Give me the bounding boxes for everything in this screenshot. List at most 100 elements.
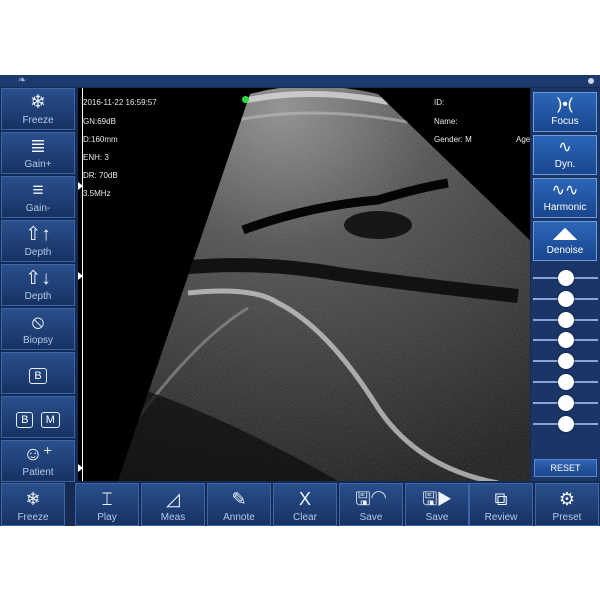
depth-down-icon: ⇧↓ — [25, 268, 51, 289]
title-bar: ❧ — [0, 75, 600, 87]
gain-minus-button[interactable]: ≡ Gain- — [1, 176, 75, 218]
preset-label: Preset — [552, 512, 582, 523]
biopsy-label: Biopsy — [22, 335, 53, 346]
patient-label: Patient — [22, 467, 54, 478]
play-label: Play — [97, 512, 117, 523]
ultrasound-image-area[interactable]: 2016-11-22 16:59:57 GN:69dB D:160mm ENH:… — [78, 88, 530, 481]
preset-button[interactable]: ⚙ Preset — [535, 483, 599, 526]
harmonic-label: Harmonic — [543, 202, 587, 213]
depth-down-button[interactable]: ⇧↓ Depth — [1, 264, 75, 306]
gain-plus-icon: ≣ — [30, 136, 46, 157]
freeze-bottom-label: Freeze — [17, 512, 49, 523]
annote-label: Annote — [223, 512, 255, 523]
save-image-label: Save — [359, 512, 383, 523]
dynamic-range-button[interactable]: ∿ Dyn. — [533, 135, 597, 175]
datetime: 2016-11-22 16:59:57 — [83, 98, 157, 107]
tgc-slider-knob[interactable] — [557, 332, 574, 349]
tgc-slider-knob[interactable] — [557, 394, 574, 411]
snowflake-icon: ❄ — [30, 92, 46, 113]
status-indicator — [588, 78, 594, 84]
depth-readout: D:160mm — [83, 135, 118, 144]
tgc-slider-knob[interactable] — [557, 270, 574, 286]
clear-button[interactable]: X Clear — [273, 483, 337, 526]
annotate-button[interactable]: ✎ Annote — [207, 483, 271, 526]
meas-label: Meas — [160, 512, 186, 523]
tgc-slider-knob[interactable] — [557, 374, 574, 390]
denoise-label: Denoise — [546, 245, 584, 256]
tgc-slider[interactable] — [531, 269, 600, 287]
tgc-slider[interactable] — [531, 311, 600, 329]
tgc-slider[interactable] — [531, 394, 600, 412]
enhance-readout: ENH: 3 — [83, 153, 109, 162]
patient-icon: ☺⁺ — [23, 444, 53, 465]
dyn-label: Dyn. — [554, 159, 576, 170]
gain-plus-label: Gain+ — [24, 159, 52, 170]
denoise-button[interactable]: ◢◣ Denoise — [533, 221, 597, 261]
play-button[interactable]: ⌶ Play — [75, 483, 139, 526]
gear-icon: ⚙ — [558, 489, 576, 509]
tgc-slider[interactable] — [531, 415, 600, 433]
bm-b-label: B — [16, 412, 34, 428]
gain-minus-label: Gain- — [25, 203, 51, 214]
reset-button[interactable]: RESET — [534, 459, 597, 477]
freeze-bottom-button[interactable]: ❄ Freeze — [1, 483, 65, 526]
review-stack-icon: ⧉ — [494, 489, 508, 509]
clear-label: Clear — [293, 512, 317, 523]
harmonic-button[interactable]: ∿∿ Harmonic — [533, 178, 597, 218]
tgc-slider[interactable] — [531, 331, 600, 349]
focus-label: Focus — [551, 116, 579, 127]
harmonic-wave-icon: ∿∿ — [551, 182, 579, 199]
review-label: Review — [484, 512, 518, 523]
b-mode-label: B — [29, 368, 47, 384]
cine-play-icon: ⌶ — [101, 489, 113, 509]
bottom-toolbar: ❄ Freeze ⌶ Play ◿ Meas ✎ Annote X Clear … — [0, 483, 600, 526]
ruler-icon: ◿ — [166, 489, 180, 509]
b-mode-button[interactable]: B — [1, 352, 75, 394]
depth-up-button[interactable]: ⇧↑ Depth — [1, 220, 75, 262]
focus-button[interactable]: )•( Focus — [533, 92, 597, 132]
probe-orientation-dot — [242, 96, 249, 103]
depth-up-icon: ⇧↑ — [25, 224, 51, 245]
measure-button[interactable]: ◿ Meas — [141, 483, 205, 526]
depth-down-label: Depth — [24, 291, 52, 302]
snowflake-icon: ❄ — [25, 489, 41, 509]
patient-button[interactable]: ☺⁺ Patient — [1, 440, 75, 482]
gain-minus-icon: ≡ — [32, 180, 44, 201]
review-button[interactable]: ⧉ Review — [469, 483, 533, 526]
tgc-slider-knob[interactable] — [557, 415, 574, 432]
save-cine-label: Save — [425, 512, 449, 523]
tgc-slider[interactable] — [531, 373, 600, 391]
b-mode-icon: B — [2, 353, 74, 384]
tgc-slider[interactable] — [531, 290, 600, 308]
save-image-button[interactable]: 🖫◠ Save — [339, 483, 403, 526]
save-image-icon: 🖫◠ — [355, 489, 387, 509]
ultrasound-fan — [118, 88, 530, 481]
gain-plus-button[interactable]: ≣ Gain+ — [1, 132, 75, 174]
freeze-button[interactable]: ❄ Freeze — [1, 88, 75, 130]
biopsy-button[interactable]: ⦸ Biopsy — [1, 308, 75, 350]
tgc-slider-knob[interactable] — [557, 353, 574, 370]
bm-mode-button[interactable]: B M — [1, 396, 75, 438]
freeze-label: Freeze — [22, 115, 54, 126]
denoise-fan-icon: ◢◣ — [552, 225, 578, 242]
focus-marker-icon — [78, 464, 83, 472]
focus-marker-icon — [78, 272, 83, 280]
right-panel: )•( Focus ∿ Dyn. ∿∿ Harmonic ◢◣ Denoise … — [531, 88, 600, 481]
tgc-slider-knob[interactable] — [557, 290, 574, 307]
biopsy-icon: ⦸ — [31, 312, 45, 333]
tgc-slider-knob[interactable] — [557, 311, 574, 328]
bm-mode-icon: B M — [2, 397, 74, 428]
save-cine-button[interactable]: 🖫▶ Save — [405, 483, 469, 526]
patient-name: Name: — [434, 117, 458, 126]
patient-id: ID: — [434, 98, 445, 107]
clear-x-icon: X — [298, 489, 311, 509]
focus-icon: )•( — [556, 96, 574, 113]
depth-scale — [78, 88, 83, 481]
bm-m-label: M — [40, 412, 60, 428]
tgc-slider[interactable] — [531, 352, 600, 370]
dynamic-range-readout: DR: 70dB — [83, 171, 118, 180]
gain-readout: GN:69dB — [83, 117, 116, 126]
save-cine-icon: 🖫▶ — [422, 489, 452, 509]
patient-age: Age — [516, 135, 530, 144]
frequency-readout: 3.5MHz — [83, 189, 111, 198]
